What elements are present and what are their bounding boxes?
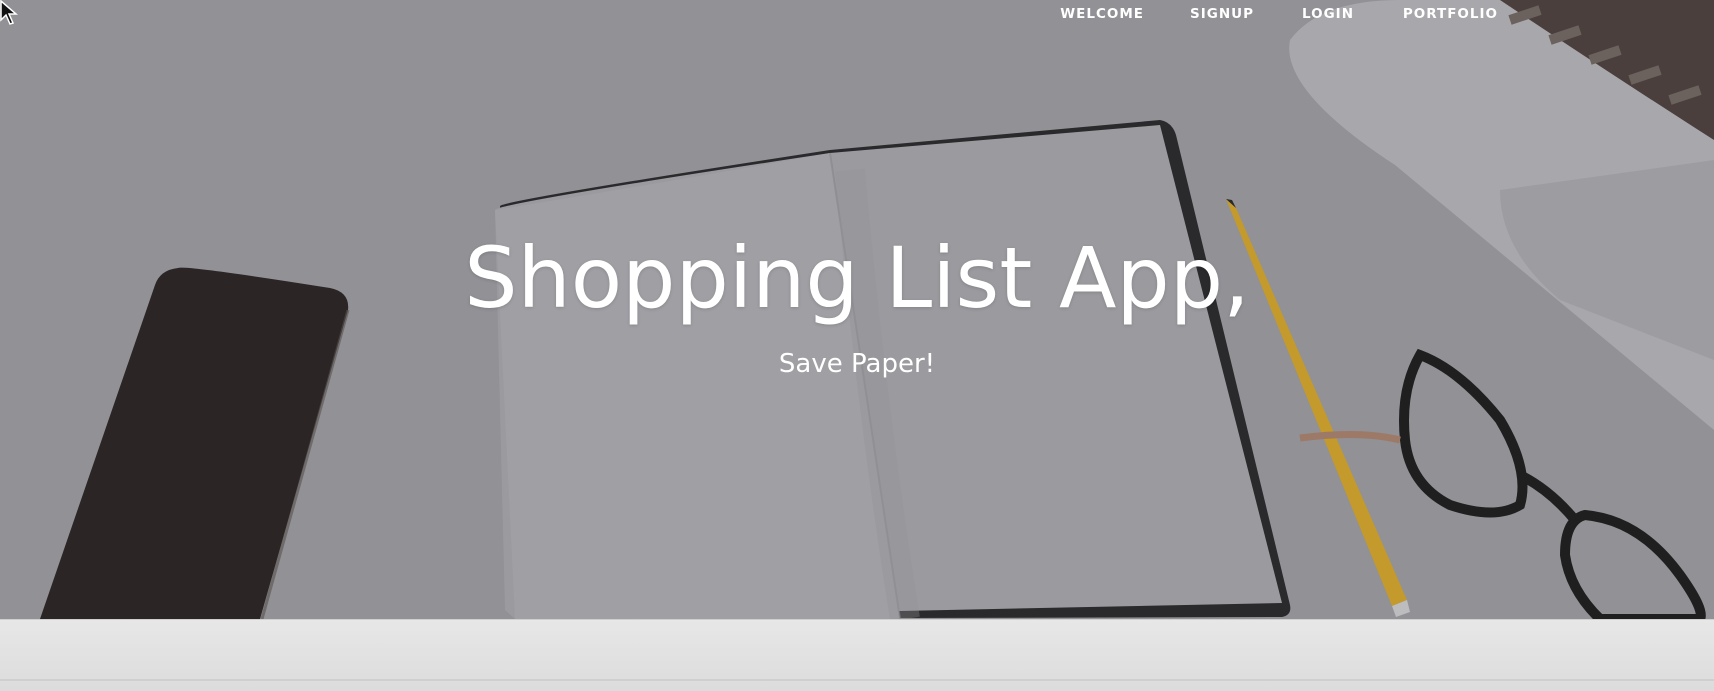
footer-divider bbox=[0, 679, 1714, 681]
hero-section: WELCOME SIGNUP LOGIN PORTFOLIO Shopping … bbox=[0, 0, 1714, 619]
hero-subtitle: Save Paper! bbox=[778, 349, 936, 379]
nav-link-welcome[interactable]: WELCOME bbox=[1060, 6, 1144, 22]
nav-link-signup[interactable]: SIGNUP bbox=[1190, 6, 1254, 22]
mouse-cursor-icon bbox=[0, 0, 18, 25]
hero-title: Shopping List App, bbox=[464, 229, 1250, 327]
nav-link-login[interactable]: LOGIN bbox=[1302, 6, 1354, 22]
nav-link-portfolio[interactable]: PORTFOLIO bbox=[1403, 6, 1498, 22]
